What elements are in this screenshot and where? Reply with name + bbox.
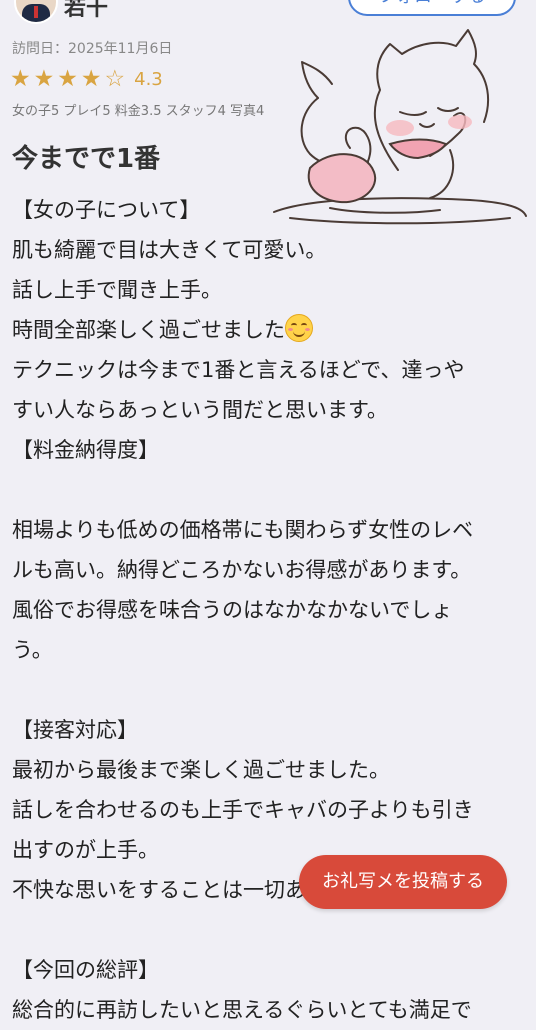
review-line: 時間全部楽しく過ごせました <box>12 318 285 342</box>
review-line <box>12 470 522 510</box>
star-icon: ★ <box>33 66 55 92</box>
review-line: 話し上手で聞き上手。 <box>12 278 222 302</box>
review-line: 総合的に再訪したいと思えるぐらいとても満足で <box>12 998 472 1022</box>
reviewer-name[interactable]: 若干 <box>64 0 108 22</box>
review-line-with-emoji: 時間全部楽しく過ごせました <box>12 310 522 350</box>
emoji-mouth <box>293 329 305 337</box>
emoji-cheek <box>305 328 310 331</box>
review-line: ルも高い。納得どころかないお得感があります。 <box>12 558 472 582</box>
follow-button[interactable]: フォローする <box>348 0 516 16</box>
review-line: 【接客対応】 <box>12 718 138 742</box>
rating-score: 4.3 <box>134 69 163 90</box>
review-line: 肌も綺麗で目は大きくて可愛い。 <box>12 238 327 262</box>
review-line: 風俗でお得感を味合うのはなかなかないでしょ <box>12 598 453 622</box>
star-icon: ★ <box>57 66 78 92</box>
review-line: う。 <box>12 638 53 662</box>
review-line: 相場よりも低めの価格帯にも関わらず女性のレベ <box>12 518 474 542</box>
review-line: 【料金納得度】 <box>12 438 159 462</box>
star-rating: ★ ★ ★ ★ ☆ 4.3 <box>10 68 163 91</box>
review-line <box>12 910 522 950</box>
star-icon: ★ <box>10 66 31 92</box>
avatar[interactable] <box>14 0 58 24</box>
review-line: 話しを合わせるのも上手でキャバの子よりも引き <box>12 798 474 822</box>
rating-breakdown: 女の子5 プレイ5 料金3.5 スタッフ4 写真4 <box>12 104 265 119</box>
visit-date: 訪問日：2025年11月6日 <box>12 41 173 57</box>
post-thank-you-photo-button[interactable]: お礼写メを投稿する <box>299 855 507 909</box>
avatar-tie <box>34 6 38 18</box>
review-line: テクニックは今まで1番と言えるほどで、達っや <box>12 358 465 382</box>
star-empty-icon: ☆ <box>104 66 126 92</box>
review-line: すい人ならあっという間だと思います。 <box>12 398 388 422</box>
smiling-face-icon <box>285 314 313 342</box>
review-line: 【今回の総評】 <box>12 958 159 982</box>
review-line <box>12 670 522 710</box>
review-title: 今までで1番 <box>12 144 161 174</box>
review-line: 最初から最後まで楽しく過ごせました。 <box>12 758 390 782</box>
star-icon: ★ <box>80 66 102 92</box>
review-line: 【女の子について】 <box>12 198 201 222</box>
